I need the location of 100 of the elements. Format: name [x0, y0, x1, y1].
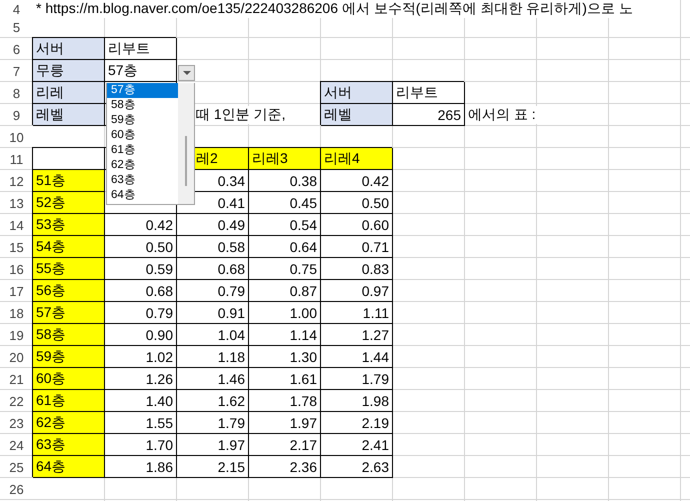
table-cell: 0.79 — [177, 280, 249, 302]
table-cell: 리레 — [33, 82, 105, 104]
table-cell: 1.70 — [105, 434, 177, 456]
table-cell: 1.27 — [321, 324, 393, 346]
dropdown-option[interactable]: 58층 — [107, 98, 178, 113]
table-cell: 리부트 — [105, 38, 177, 60]
row-number[interactable]: 13 — [0, 192, 33, 214]
table-cell: 0.71 — [321, 236, 393, 258]
table-cell: 1.04 — [177, 324, 249, 346]
table-cell: 61층 — [33, 390, 105, 412]
table-cell: 53층 — [33, 214, 105, 236]
table-cell: 0.50 — [321, 192, 393, 214]
table-cell: 1.61 — [249, 368, 321, 390]
table-cell: 리부트 — [393, 82, 465, 104]
cell-text: * https://m.blog.naver.com/oe135/222403286206 에서 보수적(리레쪽에 최대한 유리하게)으로 노 — [36, 0, 635, 18]
table-cell: 0.42 — [321, 170, 393, 192]
table-cell: 2.41 — [321, 434, 393, 456]
table-cell: 54층 — [33, 236, 105, 258]
table-cell: 57층 — [33, 302, 105, 324]
table-cell: 60층 — [33, 368, 105, 390]
table-cell: 0.45 — [249, 192, 321, 214]
table-cell: 0.83 — [321, 258, 393, 280]
scrollbar-thumb[interactable] — [185, 136, 187, 186]
table-cell: 1.79 — [177, 412, 249, 434]
table-cell: 0.68 — [105, 280, 177, 302]
row-number[interactable]: 4 — [0, 0, 33, 19]
table-cell: 리레4 — [321, 148, 393, 170]
table-cell: 0.50 — [105, 236, 177, 258]
table-cell: 62층 — [33, 412, 105, 434]
dropdown-option[interactable]: 64층 — [107, 188, 178, 203]
table-cell: 52층 — [33, 192, 105, 214]
caret-icon — [182, 71, 190, 75]
cell-text: 때 1인분 기준, — [196, 106, 288, 124]
table-cell: 레벨 — [33, 104, 105, 126]
row-number[interactable]: 24 — [0, 434, 33, 456]
table-cell: 0.64 — [249, 236, 321, 258]
row-number[interactable]: 17 — [0, 280, 33, 302]
row-number[interactable]: 5 — [0, 16, 33, 38]
table-cell: 2.15 — [177, 456, 249, 478]
row-number[interactable]: 15 — [0, 236, 33, 258]
dropdown-option[interactable]: 59층 — [107, 113, 178, 128]
table-cell: 0.68 — [177, 258, 249, 280]
table-cell: 51층 — [33, 170, 105, 192]
table-cell: 1.40 — [105, 390, 177, 412]
row-number[interactable]: 20 — [0, 346, 33, 368]
table-cell: 레벨 — [321, 104, 393, 126]
dropdown-option[interactable]: 61층 — [107, 143, 178, 158]
table-cell: 무릉 — [33, 60, 105, 82]
table-cell: 0.97 — [321, 280, 393, 302]
table-cell: 1.00 — [249, 302, 321, 324]
table-cell: 265 — [393, 104, 465, 126]
table-cell: 0.49 — [177, 214, 249, 236]
row-number[interactable]: 8 — [0, 82, 33, 104]
row-number[interactable]: 26 — [0, 478, 33, 500]
table-cell: 0.38 — [249, 170, 321, 192]
table-cell: 1.55 — [105, 412, 177, 434]
table-cell: 1.78 — [249, 390, 321, 412]
row-number[interactable]: 12 — [0, 170, 33, 192]
table-cell: 1.79 — [321, 368, 393, 390]
dropdown-button[interactable] — [178, 65, 195, 81]
cell-text: 에서의 표 : — [468, 106, 538, 124]
row-number[interactable]: 9 — [0, 104, 33, 126]
table-cell: 0.75 — [249, 258, 321, 280]
row-number[interactable]: 22 — [0, 390, 33, 412]
table-cell: 58층 — [33, 324, 105, 346]
row-number[interactable]: 16 — [0, 258, 33, 280]
table-cell: 2.36 — [249, 456, 321, 478]
table-cell: 1.98 — [321, 390, 393, 412]
dropdown-option[interactable]: 60층 — [107, 128, 178, 143]
row-number[interactable]: 18 — [0, 302, 33, 324]
table-cell: 1.26 — [105, 368, 177, 390]
row-number[interactable]: 6 — [0, 38, 33, 60]
row-number[interactable]: 14 — [0, 214, 33, 236]
table-cell: 0.59 — [105, 258, 177, 280]
row-number[interactable]: 23 — [0, 412, 33, 434]
table-cell: 2.17 — [249, 434, 321, 456]
table-cell: 1.97 — [177, 434, 249, 456]
table-cell: 0.42 — [105, 214, 177, 236]
table-cell: 1.11 — [321, 302, 393, 324]
table-cell: 서버 — [321, 82, 393, 104]
row-number[interactable]: 10 — [0, 126, 33, 148]
dropdown-option[interactable]: 62층 — [107, 158, 178, 173]
dropdown-option[interactable]: 57층 — [107, 83, 178, 98]
table-cell: 57층 — [105, 60, 177, 82]
row-number[interactable]: 11 — [0, 148, 33, 170]
table-cell: 2.63 — [321, 456, 393, 478]
table-cell: 서버 — [33, 38, 105, 60]
table-cell: 1.30 — [249, 346, 321, 368]
table-cell: 1.44 — [321, 346, 393, 368]
table-cell: 59층 — [33, 346, 105, 368]
row-number[interactable]: 19 — [0, 324, 33, 346]
scrollbar[interactable] — [178, 83, 194, 204]
table-cell: 1.18 — [177, 346, 249, 368]
row-number[interactable]: 21 — [0, 368, 33, 390]
table-cell: 1.02 — [105, 346, 177, 368]
table-cell: 2.19 — [321, 412, 393, 434]
row-number[interactable]: 7 — [0, 60, 33, 82]
row-number[interactable]: 25 — [0, 456, 33, 478]
table-cell: 1.86 — [105, 456, 177, 478]
dropdown-option[interactable]: 63층 — [107, 173, 178, 188]
